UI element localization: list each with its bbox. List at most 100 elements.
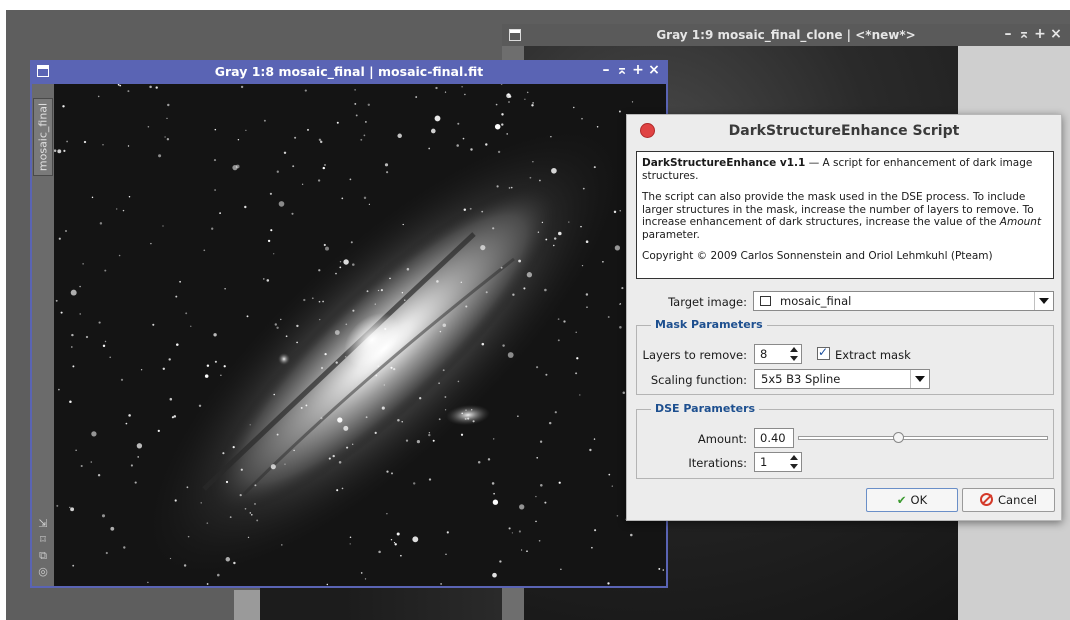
star	[300, 406, 303, 409]
ok-button-label: OK	[910, 493, 928, 507]
star	[158, 154, 162, 158]
maximize-icon[interactable]: +	[1032, 26, 1048, 42]
star	[492, 438, 495, 440]
star	[532, 102, 534, 104]
star	[229, 516, 232, 518]
star	[60, 311, 63, 314]
star	[206, 583, 209, 585]
star	[80, 464, 83, 468]
star	[274, 323, 278, 326]
resize-icon[interactable]: ⇲	[36, 516, 50, 532]
star	[413, 482, 416, 485]
scaling-function-label: Scaling function:	[650, 373, 747, 387]
star	[319, 140, 323, 144]
star	[335, 361, 338, 364]
star	[593, 438, 596, 440]
cancel-button[interactable]: Cancel	[962, 488, 1055, 512]
star	[235, 164, 240, 169]
star	[186, 486, 189, 489]
star	[589, 448, 592, 452]
star	[440, 583, 442, 585]
star	[296, 341, 298, 344]
iterations-spinbox[interactable]: 1	[754, 452, 802, 472]
star	[341, 197, 344, 200]
star	[386, 470, 389, 473]
satellite-galaxy	[278, 353, 290, 365]
minimize-icon[interactable]: –	[598, 62, 614, 78]
dark-structure-enhance-dialog[interactable]: DarkStructureEnhance Script DarkStructur…	[626, 114, 1062, 521]
star	[147, 581, 149, 584]
shade-icon[interactable]: ⌅	[1016, 26, 1032, 42]
star	[276, 326, 279, 329]
amount-slider-handle[interactable]	[893, 432, 904, 443]
star	[363, 134, 366, 137]
star	[276, 433, 279, 436]
star	[614, 245, 621, 251]
maximize-icon[interactable]: +	[630, 62, 646, 78]
star	[263, 119, 266, 122]
fit-icon[interactable]: ⌑	[36, 532, 50, 548]
duplicate-icon[interactable]: ⧉	[36, 548, 50, 564]
star	[349, 178, 352, 181]
star	[214, 189, 216, 191]
star	[428, 147, 431, 150]
amount-slider[interactable]	[798, 436, 1048, 440]
star	[344, 355, 347, 358]
star	[102, 344, 106, 348]
star	[551, 167, 557, 174]
chevron-down-icon[interactable]	[1034, 292, 1053, 310]
star	[557, 318, 560, 320]
main-image-window[interactable]: Gray 1:8 mosaic_final | mosaic-final.fit…	[30, 60, 668, 588]
star	[374, 431, 377, 435]
main-window-titlebar[interactable]: Gray 1:8 mosaic_final | mosaic-final.fit…	[30, 60, 668, 84]
clone-window-controls: – ⌅ + ×	[1000, 26, 1064, 42]
star	[465, 305, 468, 308]
minimize-icon[interactable]: –	[1000, 26, 1016, 42]
star	[580, 225, 582, 228]
chevron-down-icon[interactable]	[910, 370, 929, 388]
star	[283, 151, 287, 155]
target-image-combo[interactable]: mosaic_final	[753, 291, 1054, 311]
star	[167, 103, 170, 107]
star	[464, 93, 466, 96]
checkmark-icon: ✔	[896, 493, 907, 507]
star	[276, 170, 279, 173]
star	[630, 533, 633, 537]
star	[122, 209, 125, 212]
star	[524, 98, 526, 100]
amount-field[interactable]: 0.40	[754, 428, 794, 448]
clone-window-titlebar[interactable]: Gray 1:9 mosaic_final_clone | <*new*> – ⌅…	[502, 24, 1070, 46]
spin-arrows-icon[interactable]	[787, 453, 801, 471]
star	[240, 85, 244, 89]
star	[244, 205, 247, 209]
star	[501, 123, 504, 126]
close-icon[interactable]: ×	[646, 62, 662, 78]
lens-icon[interactable]: ◎	[36, 564, 50, 580]
view-tab[interactable]: mosaic_final	[33, 98, 53, 176]
star	[71, 333, 74, 337]
ok-button[interactable]: ✔ OK	[866, 488, 958, 512]
view-sidebar-icons: ⇲ ⌑ ⧉ ◎	[36, 516, 50, 580]
star	[56, 504, 59, 507]
star	[140, 369, 143, 371]
star	[500, 266, 503, 269]
layers-to-remove-spinbox[interactable]: 8	[754, 344, 802, 364]
star	[581, 117, 583, 120]
star	[97, 473, 101, 477]
star	[602, 260, 604, 263]
star	[305, 404, 308, 407]
star	[149, 85, 152, 89]
star	[374, 303, 376, 305]
close-icon[interactable]: ×	[1048, 26, 1064, 42]
star	[568, 221, 570, 223]
star	[324, 352, 327, 356]
star	[517, 415, 519, 417]
scaling-function-combo[interactable]: 5x5 B3 Spline	[754, 369, 930, 389]
star	[91, 196, 94, 199]
star	[57, 149, 62, 154]
extract-mask-checkbox[interactable]	[817, 345, 830, 360]
shade-icon[interactable]: ⌅	[614, 62, 630, 78]
spin-arrows-icon[interactable]	[787, 345, 801, 363]
star	[512, 293, 515, 296]
galaxy-image-view[interactable]	[54, 84, 666, 586]
